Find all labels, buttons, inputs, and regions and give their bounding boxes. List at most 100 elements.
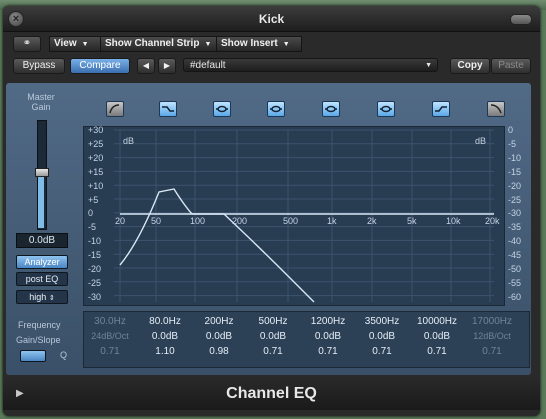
band-6-frequency[interactable]: 3500Hz	[354, 314, 410, 329]
left-db-tick: -25	[88, 277, 102, 288]
band-8-gain[interactable]: 12dB/Oct	[464, 329, 520, 344]
band-1-frequency[interactable]: 30.0Hz	[82, 314, 138, 329]
band-3-gain[interactable]: 0.0dB	[191, 329, 247, 344]
band-8-frequency[interactable]: 17000Hz	[464, 314, 520, 329]
frequency-tick: 5k	[407, 216, 417, 226]
show-channel-strip-menu[interactable]: Show Channel Strip ▼	[100, 36, 217, 52]
right-db-tick: -40	[508, 236, 522, 247]
frequency-tick: 1k	[327, 216, 337, 226]
left-db-tick: -10	[88, 236, 102, 247]
band-8-q[interactable]: 0.71	[464, 344, 520, 359]
band-2-gain[interactable]: 0.0dB	[137, 329, 193, 344]
highshelf-icon	[435, 106, 447, 112]
frequency-tick: 50	[151, 216, 162, 226]
band-5-frequency[interactable]: 1200Hz	[300, 314, 356, 329]
left-db-tick: +25	[88, 138, 104, 149]
compare-button[interactable]: Compare	[70, 58, 130, 74]
resolution-select[interactable]: high ⇕	[16, 290, 68, 304]
paste-button[interactable]: Paste	[491, 58, 531, 74]
right-db-tick: -60	[508, 291, 522, 302]
band-7-frequency[interactable]: 10000Hz	[409, 314, 465, 329]
view-menu[interactable]: View ▼	[49, 36, 103, 52]
window-title: Kick	[258, 12, 285, 26]
band-2-frequency[interactable]: 80.0Hz	[137, 314, 193, 329]
q-row-label: Q	[60, 350, 68, 360]
left-db-tick: -15	[88, 250, 102, 261]
band-4-frequency[interactable]: 500Hz	[245, 314, 301, 329]
frequency-tick: 200	[232, 216, 248, 226]
band-4-q[interactable]: 0.71	[245, 344, 301, 359]
right-db-tick: -45	[508, 250, 522, 261]
left-db-tick: 0	[88, 208, 94, 219]
master-gain-handle[interactable]	[35, 168, 49, 177]
plugin-footer: ▶ Channel EQ	[3, 377, 540, 410]
preset-select[interactable]: #default ▼	[183, 58, 438, 72]
bell-icon	[270, 105, 282, 113]
frequency-tick: 100	[190, 216, 206, 226]
preset-value: #default	[190, 60, 226, 71]
highcut-band-button[interactable]	[487, 101, 505, 117]
band-8-column[interactable]: 17000Hz 12dB/Oct 0.71	[464, 314, 520, 359]
previous-preset-button[interactable]: ◀	[137, 58, 155, 74]
chevron-down-icon: ▼	[282, 41, 290, 48]
frequency-tick: 10k	[446, 216, 461, 226]
right-db-tick: -20	[508, 180, 522, 191]
band-4-gain[interactable]: 0.0dB	[245, 329, 301, 344]
band-6-gain[interactable]: 0.0dB	[354, 329, 410, 344]
band-5-gain[interactable]: 0.0dB	[300, 329, 356, 344]
right-db-tick: -5	[508, 138, 517, 149]
left-db-tick: +5	[88, 194, 99, 205]
bell-band-1-button[interactable]	[213, 101, 231, 117]
post-eq-button[interactable]: post EQ	[16, 272, 68, 286]
lowshelf-icon	[162, 106, 174, 112]
left-db-tick: +20	[88, 152, 104, 163]
lowshelf-band-button[interactable]	[159, 101, 177, 117]
band-1-q[interactable]: 0.71	[82, 344, 138, 359]
show-channel-strip-label: Show Channel Strip	[105, 38, 200, 49]
left-db-tick: +10	[88, 180, 104, 191]
band-4-column[interactable]: 500Hz 0.0dB 0.71	[245, 314, 301, 359]
chevron-updown-icon: ⇕	[48, 295, 55, 302]
bell-band-3-button[interactable]	[322, 101, 340, 117]
copy-button[interactable]: Copy	[450, 58, 490, 74]
left-db-tick: +30	[88, 125, 104, 135]
analyzer-curve	[119, 188, 315, 303]
band-6-q[interactable]: 0.71	[354, 344, 410, 359]
right-db-tick: 0	[508, 125, 514, 135]
show-insert-label: Show Insert	[221, 38, 278, 49]
band-7-column[interactable]: 10000Hz 0.0dB 0.71	[409, 314, 465, 359]
band-2-column[interactable]: 80.0Hz 0.0dB 1.10	[137, 314, 193, 359]
bell-band-4-button[interactable]	[377, 101, 395, 117]
analyzer-button[interactable]: Analyzer	[16, 255, 68, 269]
frequency-tick: 2k	[367, 216, 377, 226]
left-db-tick: -30	[88, 291, 102, 302]
link-icon[interactable]: ⚭	[13, 36, 41, 52]
title-bar[interactable]: × Kick	[3, 6, 540, 32]
bell-icon	[325, 105, 337, 113]
band-1-gain[interactable]: 24dB/Oct	[82, 329, 138, 344]
master-gain-label: Master Gain	[27, 92, 55, 112]
right-db-unit: dB	[475, 136, 487, 146]
highshelf-band-button[interactable]	[432, 101, 450, 117]
band-6-column[interactable]: 3500Hz 0.0dB 0.71	[354, 314, 410, 359]
band-1-column[interactable]: 30.0Hz 24dB/Oct 0.71	[82, 314, 138, 359]
lowcut-band-button[interactable]	[106, 101, 124, 117]
band-2-q[interactable]: 1.10	[137, 344, 193, 359]
band-3-frequency[interactable]: 200Hz	[191, 314, 247, 329]
band-7-gain[interactable]: 0.0dB	[409, 329, 465, 344]
band-3-q[interactable]: 0.98	[191, 344, 247, 359]
next-preset-button[interactable]: ▶	[158, 58, 176, 74]
chevron-down-icon: ▼	[425, 62, 432, 69]
band-5-q[interactable]: 0.71	[300, 344, 356, 359]
show-insert-menu[interactable]: Show Insert ▼	[216, 36, 302, 52]
chevron-down-icon: ▼	[81, 41, 89, 48]
band-7-q[interactable]: 0.71	[409, 344, 465, 359]
master-gain-value[interactable]: 0.0dB	[16, 233, 68, 248]
bypass-button[interactable]: Bypass	[13, 58, 65, 74]
band-3-column[interactable]: 200Hz 0.0dB 0.98	[191, 314, 247, 359]
zoom-pill-button[interactable]	[510, 14, 532, 25]
q-couple-button[interactable]	[20, 350, 46, 362]
band-5-column[interactable]: 1200Hz 0.0dB 0.71	[300, 314, 356, 359]
chevron-down-icon: ▼	[204, 41, 212, 48]
bell-band-2-button[interactable]	[267, 101, 285, 117]
